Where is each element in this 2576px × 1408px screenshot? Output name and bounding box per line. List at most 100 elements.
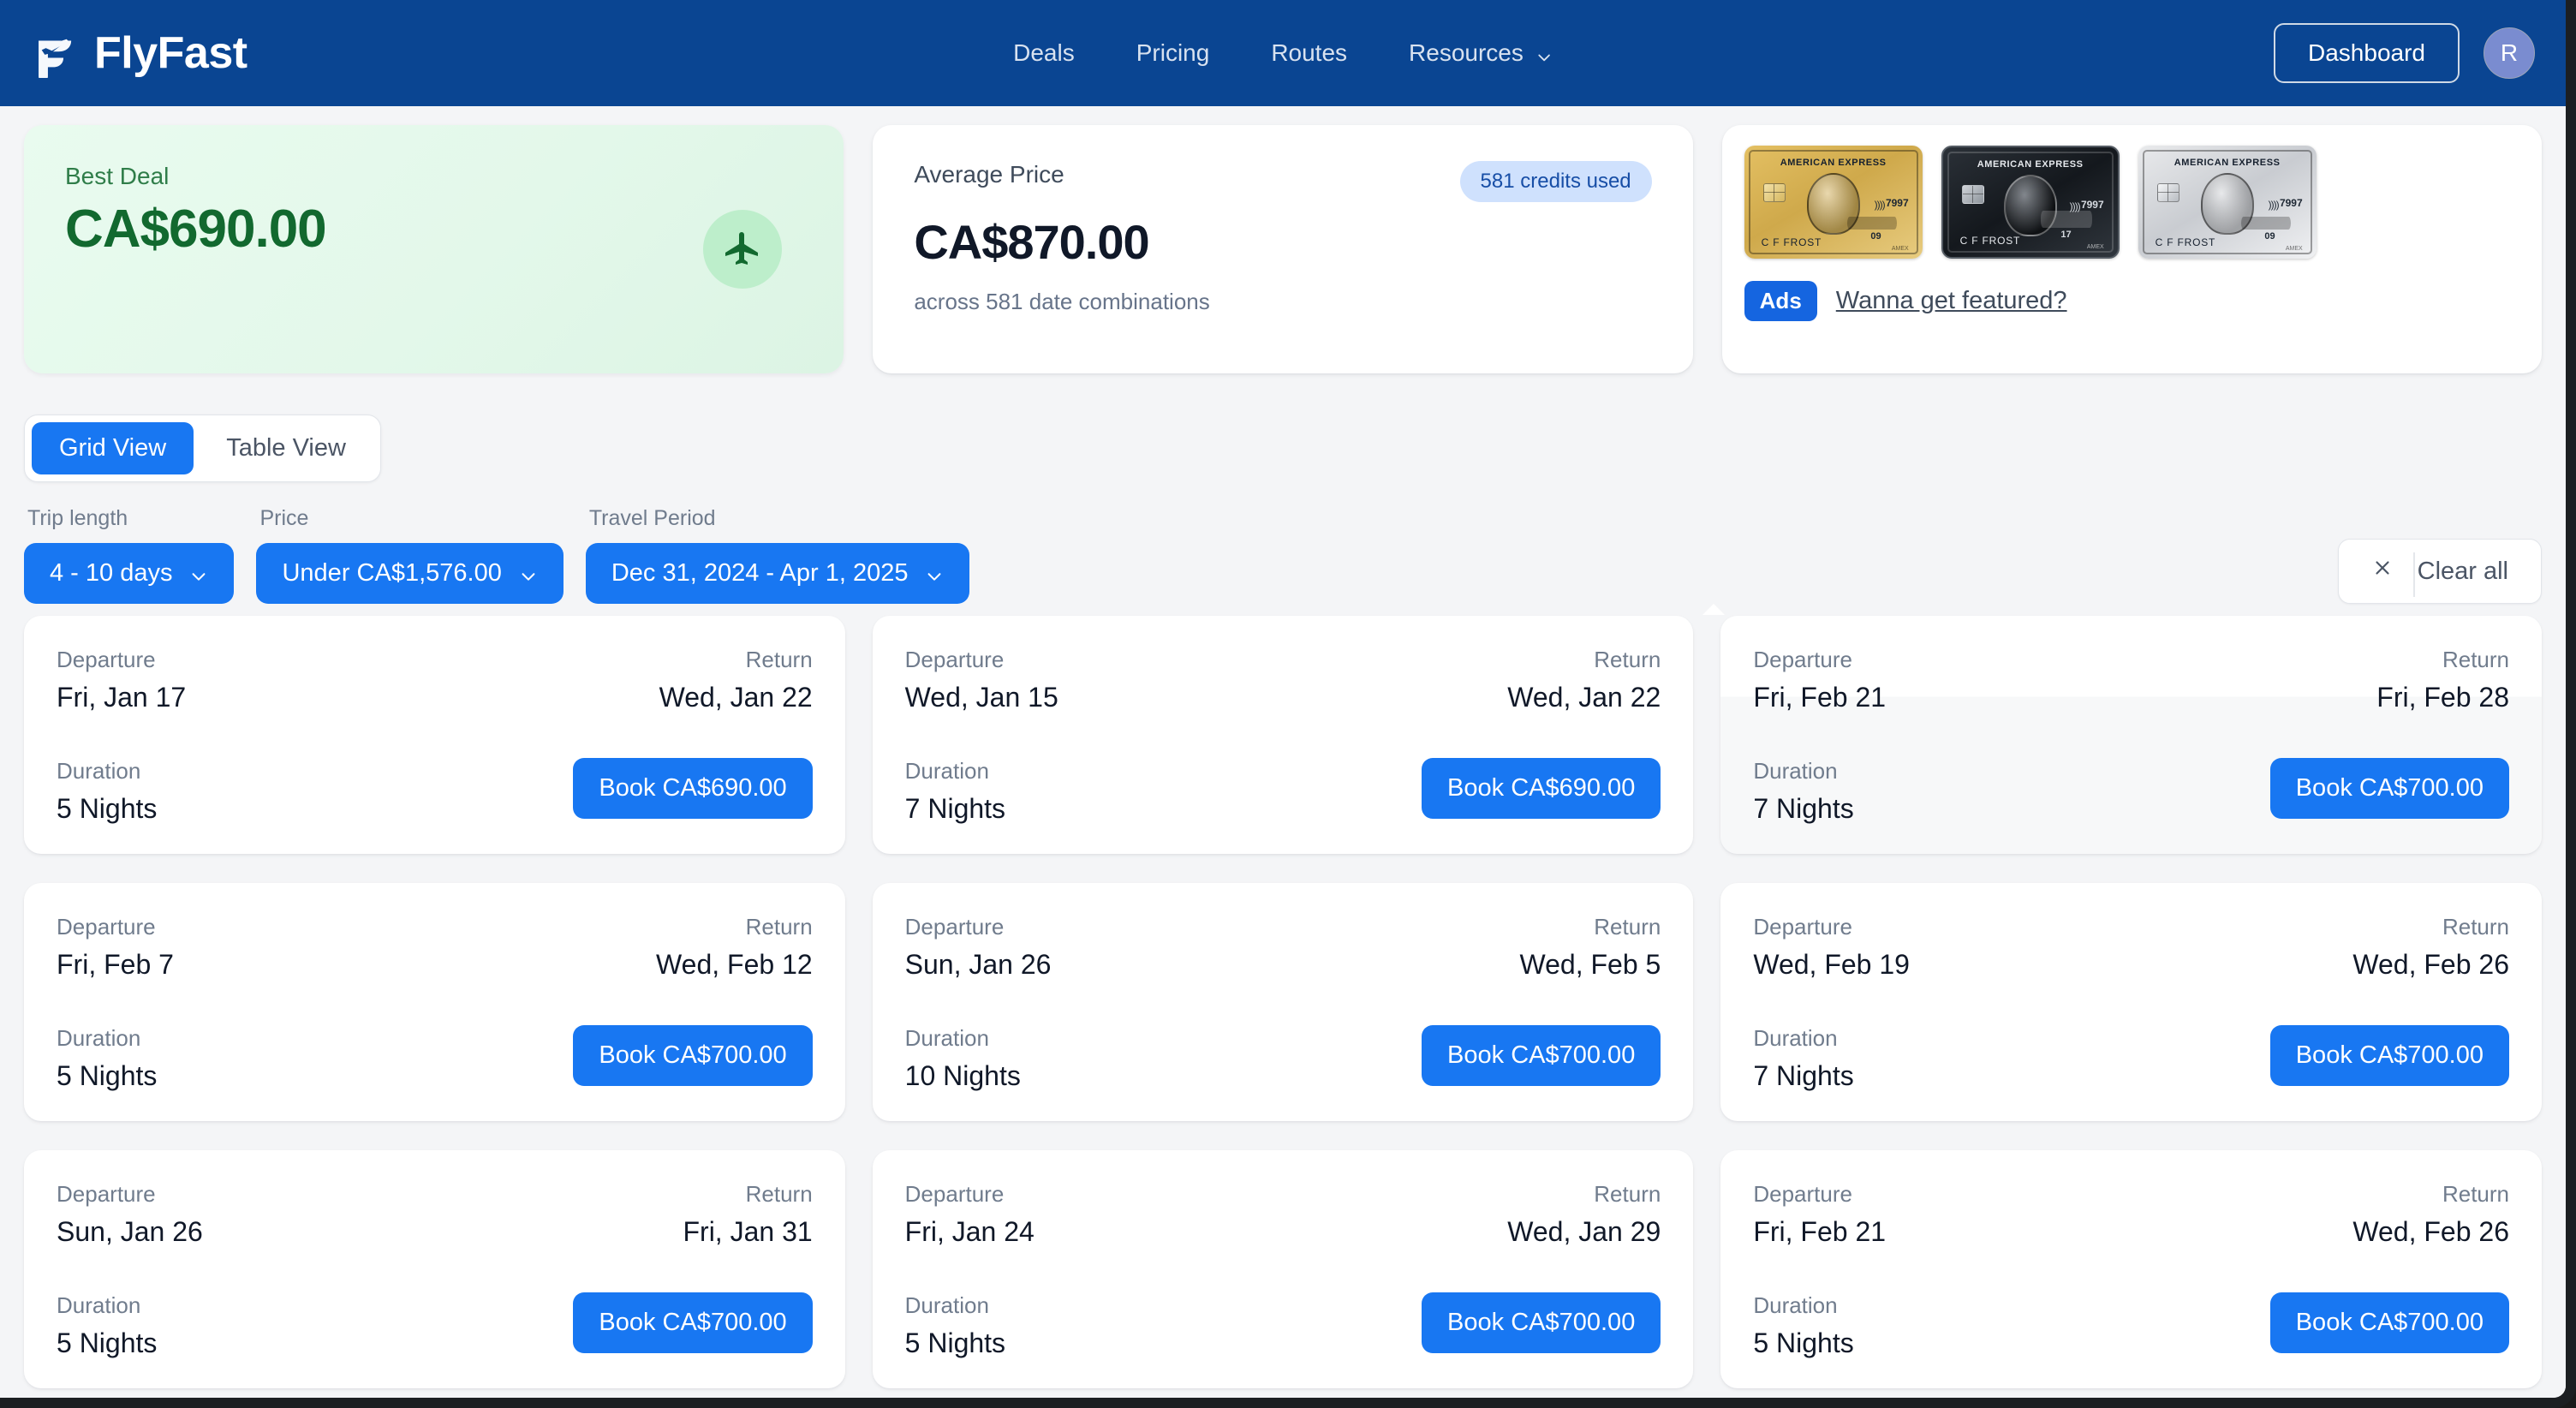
deal-duration-row: Duration 7 Nights Book CA$700.00: [1753, 758, 2509, 825]
chip-icon: [1961, 185, 1984, 204]
deal-departure-value: Sun, Jan 26: [904, 949, 1052, 980]
book-button[interactable]: Book CA$700.00: [2269, 1292, 2509, 1353]
book-button[interactable]: Book CA$700.00: [1422, 1025, 1661, 1086]
chevron-down-icon: [189, 564, 208, 583]
nav-item-routes[interactable]: Routes: [1271, 39, 1347, 67]
deal-departure-label: Departure: [1753, 914, 1852, 940]
amex-gold-tier: 09: [1870, 231, 1881, 242]
amex-platinum-scroll: [2240, 217, 2291, 230]
deal-card[interactable]: Departure Wed, Feb 19 Return Wed, Feb 26 Dur…: [1720, 883, 2542, 1121]
deal-duration-row: Duration 5 Nights Book CA$700.00: [57, 1292, 813, 1359]
deal-duration-label: Duration: [57, 1025, 141, 1051]
deal-duration-label: Duration: [1753, 1292, 1838, 1318]
average-price-subtext: across 581 date combinations: [914, 289, 1210, 314]
deal-card[interactable]: Departure Sun, Jan 26 Return Wed, Feb 5 Dura…: [872, 883, 1694, 1121]
best-deal-card: Best Deal CA$690.00: [24, 125, 844, 373]
deal-departure-label: Departure: [904, 914, 1005, 940]
clear-all-label: Clear all: [2417, 557, 2508, 585]
deal-duration-value: 5 Nights: [57, 1060, 158, 1091]
deal-card[interactable]: Departure Sun, Jan 26 Return Fri, Jan 31 Dur…: [24, 1150, 845, 1388]
deal-duration-row: Duration 7 Nights Book CA$690.00: [905, 758, 1661, 825]
deal-card[interactable]: Departure Fri, Feb 7 Return Wed, Feb 12 Dura…: [24, 883, 845, 1121]
deal-return-value: Fri, Jan 31: [683, 1216, 813, 1247]
book-button[interactable]: Book CA$690.00: [1422, 758, 1661, 819]
amex-black-card-image: AMERICAN EXPRESS )))) 7997 17 C F FROST …: [1941, 146, 2120, 259]
top-navbar: FlyFast Deals Pricing Routes Resources D…: [0, 0, 2566, 106]
nav-item-resources-label: Resources: [1409, 39, 1524, 66]
book-button[interactable]: Book CA$690.00: [573, 758, 813, 819]
average-price-card: Average Price 581 credits used CA$870.00…: [873, 125, 1693, 373]
deal-return: Return Wed, Feb 12: [656, 914, 813, 981]
deal-return: Return Fri, Jan 31: [683, 1181, 812, 1248]
deal-card[interactable]: Departure Fri, Feb 21 Return Wed, Feb 26 Dur…: [1720, 1150, 2542, 1388]
deal-return: Return Wed, Jan 22: [1507, 647, 1661, 713]
popover-caret-icon: [1702, 604, 1725, 615]
filter-travel-period-value: Dec 31, 2024 - Apr 1, 2025: [611, 559, 909, 587]
chip-icon: [1762, 183, 1786, 202]
book-button[interactable]: Book CA$700.00: [2269, 1025, 2509, 1086]
dashboard-button[interactable]: Dashboard: [2274, 23, 2460, 83]
deal-duration-label: Duration: [904, 1292, 989, 1318]
average-price-value: CA$870.00: [914, 215, 1149, 269]
deal-duration: Duration 7 Nights: [1753, 758, 1853, 825]
filter-price-value: Under CA$1,576.00: [282, 559, 502, 587]
deal-return-label: Return: [1594, 914, 1661, 940]
deal-return-label: Return: [2442, 647, 2509, 672]
book-button[interactable]: Book CA$700.00: [573, 1292, 813, 1353]
deal-card[interactable]: Departure Fri, Feb 21 Return Fri, Feb 28 Dur…: [1720, 616, 2542, 854]
deal-card[interactable]: Departure Fri, Jan 24 Return Wed, Jan 29 Dur…: [872, 1150, 1694, 1388]
deal-duration-label: Duration: [57, 1292, 141, 1318]
deal-duration: Duration 5 Nights: [1753, 1292, 1853, 1359]
tab-table-view[interactable]: Table View: [199, 422, 373, 474]
nav-item-pricing[interactable]: Pricing: [1136, 39, 1210, 67]
deal-return-label: Return: [745, 647, 813, 672]
deal-duration: Duration 10 Nights: [905, 1025, 1021, 1092]
deal-duration-row: Duration 5 Nights Book CA$700.00: [905, 1292, 1661, 1359]
deal-card[interactable]: Departure Fri, Jan 17 Return Wed, Jan 22 Dur…: [24, 616, 845, 854]
amex-gold-brand: AMERICAN EXPRESS: [1780, 158, 1887, 168]
deal-departure-label: Departure: [57, 1181, 156, 1207]
deal-dates-row: Departure Wed, Feb 19 Return Wed, Feb 26: [1753, 914, 2509, 981]
deal-duration-row: Duration 5 Nights Book CA$700.00: [1753, 1292, 2509, 1359]
deal-duration: Duration 7 Nights: [1753, 1025, 1853, 1092]
deal-departure-value: Wed, Feb 19: [1753, 949, 1910, 980]
deal-dates-row: Departure Fri, Feb 21 Return Wed, Feb 26: [1753, 1181, 2509, 1248]
deal-duration-label: Duration: [1753, 1025, 1838, 1051]
deal-departure: Departure Fri, Jan 24: [905, 1181, 1035, 1248]
deal-dates-row: Departure Fri, Feb 7 Return Wed, Feb 12: [57, 914, 813, 981]
amex-gold-card-image: AMERICAN EXPRESS )))) 7997 09 C F FROST …: [1744, 146, 1923, 259]
deal-dates-row: Departure Fri, Jan 24 Return Wed, Jan 29: [905, 1181, 1661, 1248]
deal-departure: Departure Wed, Feb 19: [1753, 914, 1910, 981]
nav-right: Dashboard R: [2274, 23, 2535, 83]
avatar[interactable]: R: [2484, 27, 2535, 79]
brand-logo[interactable]: FlyFast: [31, 28, 247, 81]
deal-duration: Duration 5 Nights: [57, 758, 157, 825]
book-button[interactable]: Book CA$700.00: [1422, 1292, 1661, 1353]
deal-departure-label: Departure: [1753, 647, 1852, 672]
filter-travel-period-chip[interactable]: Dec 31, 2024 - Apr 1, 2025: [585, 543, 970, 604]
brand-name: FlyFast: [94, 28, 247, 78]
deal-return-label: Return: [745, 914, 813, 940]
tab-grid-view[interactable]: Grid View: [32, 422, 194, 474]
deal-departure-value: Fri, Feb 21: [1753, 682, 1887, 713]
deal-card[interactable]: Departure Wed, Jan 15 Return Wed, Jan 22 Dur…: [872, 616, 1694, 854]
filter-trip-length-chip[interactable]: 4 - 10 days: [24, 543, 235, 604]
nav-item-deals[interactable]: Deals: [1013, 39, 1075, 67]
best-deal-label: Best Deal: [65, 163, 170, 189]
clear-all-button[interactable]: Clear all: [2337, 539, 2542, 604]
get-featured-link[interactable]: Wanna get featured?: [1836, 287, 2067, 315]
chevron-down-icon: [925, 564, 944, 583]
deal-departure-label: Departure: [57, 647, 156, 672]
amex-platinum-number: 7997: [2279, 197, 2303, 209]
contactless-icon: )))): [1874, 199, 1886, 211]
nav-item-resources[interactable]: Resources: [1409, 39, 1553, 67]
deal-duration-row: Duration 5 Nights Book CA$690.00: [57, 758, 813, 825]
deal-return-value: Wed, Feb 26: [2352, 949, 2509, 980]
deal-return-value: Wed, Jan 29: [1507, 1216, 1661, 1247]
book-button[interactable]: Book CA$700.00: [2269, 758, 2509, 819]
deal-duration-value: 5 Nights: [1753, 1327, 1854, 1358]
amex-black-holder: C F FROST: [1959, 235, 2021, 247]
book-button[interactable]: Book CA$700.00: [573, 1025, 813, 1086]
filter-price-chip[interactable]: Under CA$1,576.00: [256, 543, 564, 604]
deal-return-value: Wed, Feb 26: [2352, 1216, 2509, 1247]
